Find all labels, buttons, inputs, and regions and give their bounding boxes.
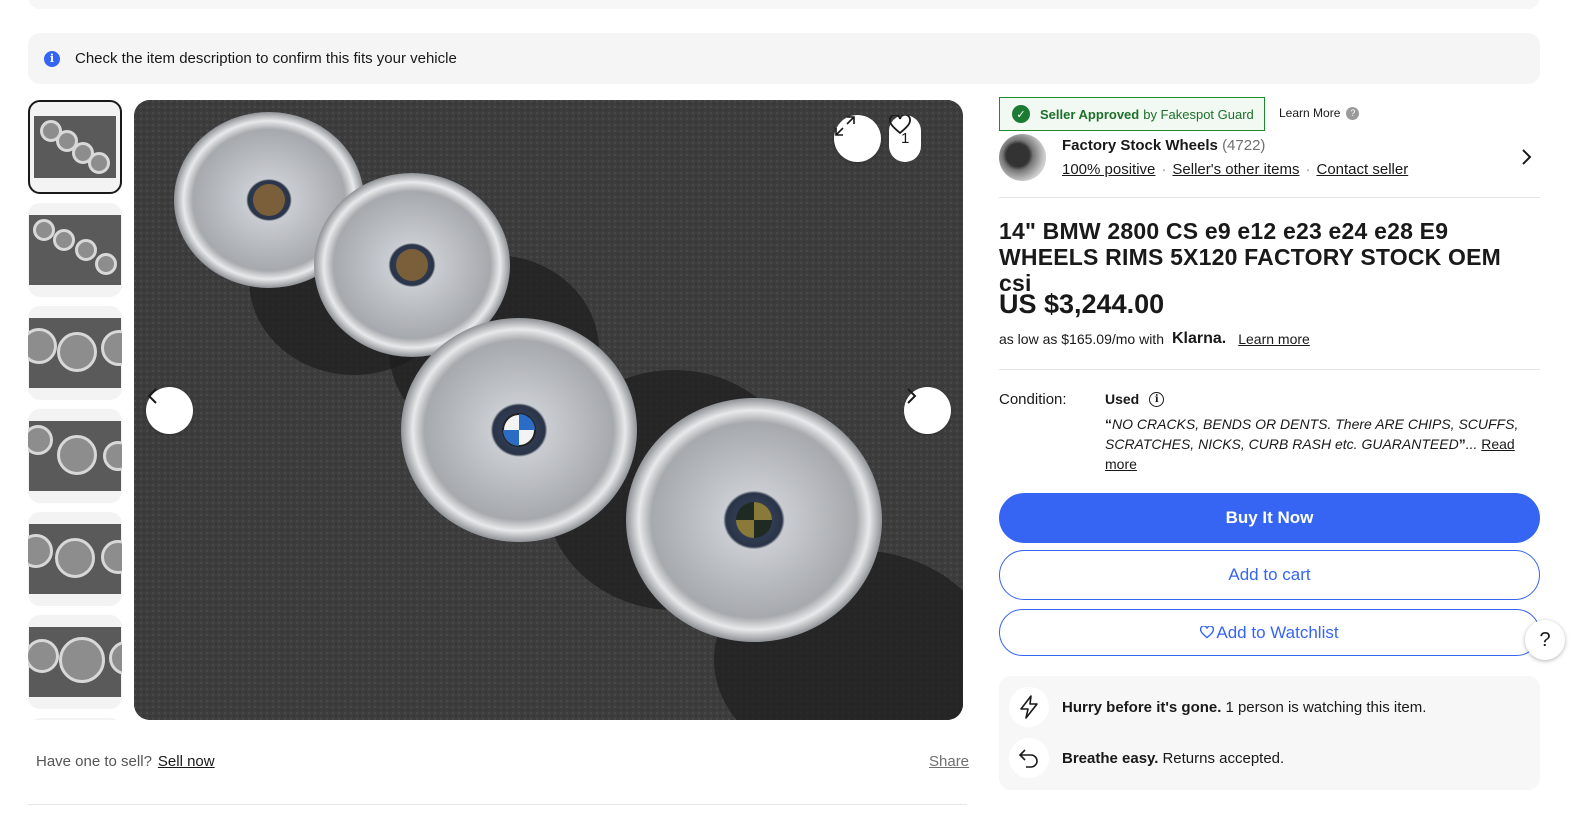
info-icon: i <box>44 50 60 67</box>
seller-feedback-count: (4722) <box>1222 137 1266 154</box>
wheel-3 <box>401 318 637 542</box>
heart-icon <box>1200 626 1215 639</box>
buy-it-now-button[interactable]: Buy It Now <box>999 493 1540 543</box>
fakespot-strong: Seller Approved <box>1040 106 1140 122</box>
klarna-financing: as low as $165.09/mo with Klarna. Learn … <box>999 330 1310 348</box>
thumbnail-3[interactable] <box>28 306 122 400</box>
condition-value-text: Used <box>1105 391 1140 407</box>
contact-seller-link[interactable]: Contact seller <box>1316 161 1408 178</box>
urgency-text-1: 1 person is watching this item. <box>1225 698 1427 716</box>
chevron-right-icon <box>907 388 917 404</box>
add-to-watchlist-button[interactable]: Add to Watchlist <box>999 609 1540 656</box>
next-image-button[interactable] <box>904 387 951 434</box>
thumbnail-strip <box>28 100 122 720</box>
separator-dot: · <box>1305 161 1311 178</box>
main-product-image[interactable]: 1 <box>134 100 963 720</box>
expand-image-button[interactable] <box>834 115 881 162</box>
urgency-panel: Hurry before it's gone. 1 person is watc… <box>999 676 1540 790</box>
return-arrow-icon <box>1009 738 1049 778</box>
wheel-4 <box>626 398 882 642</box>
top-strip <box>28 0 1540 9</box>
condition-description: “NO CRACKS, BENDS OR DENTS. There ARE CH… <box>1105 416 1519 472</box>
fakespot-rest: by Fakespot Guard <box>1143 106 1254 122</box>
separator-dot: · <box>1161 161 1167 178</box>
condition-description-text: NO CRACKS, BENDS OR DENTS. There ARE CHI… <box>1105 416 1519 452</box>
heart-icon <box>889 115 911 135</box>
thumbnail-2[interactable] <box>28 203 122 297</box>
fakespot-learn-more[interactable]: Learn More ? <box>1279 106 1360 120</box>
sell-now-link[interactable]: Sell now <box>158 753 215 770</box>
wheels-photo <box>134 100 963 720</box>
seller-name[interactable]: Factory Stock Wheels (4722) <box>1062 137 1265 154</box>
help-button[interactable]: ? <box>1525 620 1565 660</box>
fakespot-learn-more-text: Learn More <box>1279 106 1341 120</box>
sell-prompt-text: Have one to sell? <box>36 753 152 770</box>
urgency-bold-2: Breathe easy. <box>1062 749 1159 767</box>
urgency-row-returns: Breathe easy. Returns accepted. <box>1009 738 1284 778</box>
klarna-logo: Klarna. <box>1171 330 1227 347</box>
fitment-notice-text: Check the item description to confirm th… <box>75 50 457 67</box>
thumbnail-4[interactable] <box>28 409 122 503</box>
listing-price: US $3,244.00 <box>999 289 1165 319</box>
klarna-learn-more-link[interactable]: Learn more <box>1238 331 1310 347</box>
chevron-right-icon[interactable] <box>1520 148 1532 166</box>
info-icon[interactable]: i <box>1149 391 1165 407</box>
urgency-bold-1: Hurry before it's gone. <box>1062 698 1222 716</box>
condition-value: Used i <box>1105 391 1165 407</box>
check-circle-icon: ✓ <box>1012 105 1030 123</box>
chevron-left-icon <box>147 388 157 404</box>
condition-label: Condition: <box>999 391 1067 408</box>
add-to-cart-button[interactable]: Add to cart <box>999 550 1540 600</box>
thumbnail-5[interactable] <box>28 512 122 606</box>
seller-card: Factory Stock Wheels (4722) 100% positiv… <box>999 134 1540 198</box>
fakespot-badge: ✓ Seller Approved by Fakespot Guard <box>999 97 1265 131</box>
add-to-watchlist-label: Add to Watchlist <box>1216 622 1339 642</box>
urgency-text-2: Returns accepted. <box>1162 749 1285 767</box>
urgency-row-watchers: Hurry before it's gone. 1 person is watc… <box>1009 687 1426 727</box>
thumbnail-6[interactable] <box>28 615 122 709</box>
listing-title: 14" BMW 2800 CS e9 e12 e23 e24 e28 E9 WH… <box>999 218 1502 296</box>
question-icon: ? <box>1346 106 1360 120</box>
thumbnail-1[interactable] <box>28 100 122 194</box>
previous-image-button[interactable] <box>146 387 193 434</box>
divider <box>999 369 1540 370</box>
share-link[interactable]: Share <box>929 753 969 770</box>
thumbnail-7[interactable] <box>28 718 122 720</box>
seller-name-text: Factory Stock Wheels <box>1062 137 1218 154</box>
seller-positive-link[interactable]: 100% positive <box>1062 161 1155 178</box>
lightning-icon <box>1009 687 1049 727</box>
watch-heart-button[interactable]: 1 <box>889 115 922 162</box>
expand-icon <box>835 116 855 136</box>
divider <box>28 804 967 805</box>
klarna-prefix: as low as $165.09/mo with <box>999 331 1164 347</box>
seller-links: 100% positive · Seller's other items · C… <box>1062 161 1408 178</box>
sell-prompt: Have one to sell? Sell now <box>36 753 215 770</box>
fitment-notice: i Check the item description to confirm … <box>28 33 1540 84</box>
seller-other-items-link[interactable]: Seller's other items <box>1172 161 1299 178</box>
seller-avatar[interactable] <box>999 134 1046 181</box>
